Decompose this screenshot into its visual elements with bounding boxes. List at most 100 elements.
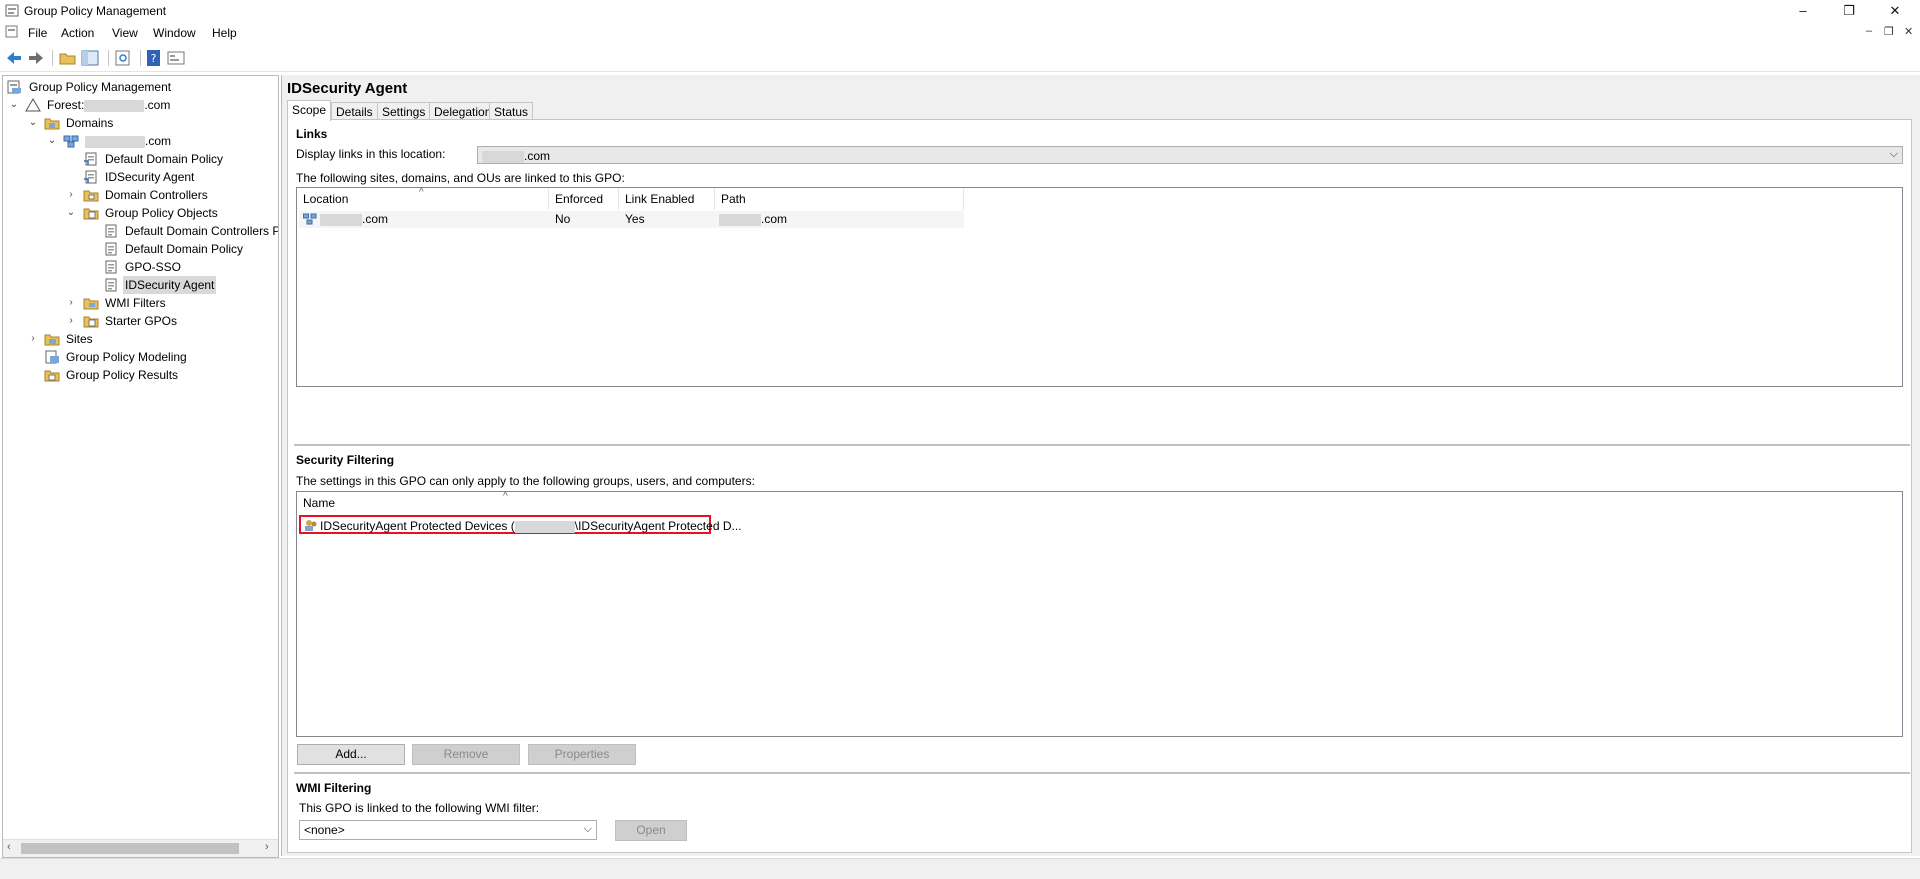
mdi-minimize-button[interactable]: – bbox=[1866, 25, 1872, 37]
tree-node-domain-controllers[interactable]: › Domain Controllers bbox=[7, 186, 267, 204]
tree-label: Domain Controllers bbox=[105, 188, 208, 202]
column-header-enforced[interactable]: Enforced bbox=[549, 188, 619, 210]
column-header-location[interactable]: Location ^ bbox=[297, 187, 549, 210]
expand-chevron-icon[interactable]: › bbox=[28, 330, 38, 348]
tree-label: Group Policy Management bbox=[29, 80, 172, 94]
links-list[interactable]: Location ^ Enforced Link Enabled Path .co… bbox=[296, 187, 1903, 387]
window-title: Group Policy Management bbox=[24, 4, 167, 18]
tree-node-gpo-sso[interactable]: GPO-SSO bbox=[7, 258, 267, 276]
add-button[interactable]: Add... bbox=[297, 744, 405, 765]
tree-node-forest[interactable]: ⌄ Forest: .com bbox=[7, 96, 267, 114]
tree-label: Default Domain Controllers P bbox=[125, 224, 279, 238]
tree-node-gpo-default-domain-policy[interactable]: Default Domain Policy bbox=[7, 240, 267, 258]
forest-suffix: .com bbox=[144, 98, 171, 112]
menu-action[interactable]: Action bbox=[61, 26, 94, 40]
wmi-filtering-heading: WMI Filtering bbox=[296, 781, 372, 795]
remove-button[interactable]: Remove bbox=[412, 744, 520, 765]
tab-scope[interactable]: Scope bbox=[287, 100, 332, 121]
scope-tab-panel: Links Display links in this location: .c… bbox=[287, 119, 1912, 853]
menu-view[interactable]: View bbox=[112, 26, 138, 40]
collapse-chevron-icon[interactable]: ⌄ bbox=[66, 204, 76, 222]
tree-label: Starter GPOs bbox=[105, 314, 178, 328]
column-header-name[interactable]: Name ^ bbox=[297, 491, 717, 514]
help-icon[interactable]: ? bbox=[145, 49, 163, 67]
tree-node-sites[interactable]: › Sites bbox=[7, 330, 267, 348]
properties-button[interactable]: Properties bbox=[528, 744, 636, 765]
domain-icon bbox=[303, 213, 317, 225]
scroll-right-arrow-icon[interactable]: › bbox=[265, 841, 269, 853]
cell-link-enabled: Yes bbox=[625, 212, 645, 226]
column-label: Location bbox=[303, 192, 349, 206]
location-label: Display links in this location: bbox=[296, 147, 446, 161]
chevron-down-icon: ⌵ bbox=[1889, 148, 1898, 160]
tree-node-gpo-default-dc-policy[interactable]: Default Domain Controllers P bbox=[7, 222, 279, 240]
gpo-scroll-icon bbox=[105, 260, 117, 274]
back-arrow-icon[interactable] bbox=[5, 49, 23, 67]
tree-horizontal-scrollbar[interactable]: ‹ › bbox=[3, 839, 278, 857]
collapse-chevron-icon[interactable]: ⌄ bbox=[9, 96, 19, 114]
redacted-text bbox=[482, 150, 524, 163]
sort-caret-icon: ^ bbox=[503, 491, 508, 502]
tree-label: IDSecurity Agent bbox=[123, 276, 217, 294]
tree-node-wmi-filters[interactable]: › WMI Filters bbox=[7, 294, 267, 312]
menu-file[interactable]: File bbox=[28, 26, 47, 40]
folder-up-icon[interactable] bbox=[59, 49, 77, 67]
close-button[interactable]: ✕ bbox=[1872, 0, 1918, 22]
security-filter-entry[interactable]: IDSecurityAgent Protected Devices (\IDSe… bbox=[299, 515, 742, 534]
minimize-button[interactable]: – bbox=[1780, 0, 1826, 22]
results-icon bbox=[44, 370, 60, 382]
column-header-link-enabled[interactable]: Link Enabled bbox=[619, 188, 715, 210]
mdi-restore-button[interactable]: ❐ bbox=[1884, 25, 1894, 38]
tree-label: Sites bbox=[66, 332, 93, 346]
mdi-close-button[interactable]: ✕ bbox=[1904, 25, 1913, 38]
tree-node-starter-gpos[interactable]: › Starter GPOs bbox=[7, 312, 267, 330]
tree-node-results[interactable]: Group Policy Results bbox=[7, 366, 267, 384]
console-tree[interactable]: Group Policy Management ⌄ Forest: .com ⌄ … bbox=[2, 75, 279, 858]
tree-node-domain[interactable]: ⌄ .com bbox=[7, 132, 267, 150]
tree-node-group-policy-objects[interactable]: ⌄ Group Policy Objects bbox=[7, 204, 267, 222]
title-bar: Group Policy Management – ❐ ✕ bbox=[0, 0, 1920, 22]
refresh-icon[interactable] bbox=[114, 49, 132, 67]
tree-node-root[interactable]: Group Policy Management bbox=[7, 78, 267, 96]
column-header-path[interactable]: Path bbox=[715, 188, 964, 210]
tree-label: Default Domain Policy bbox=[105, 152, 224, 166]
tree-node-domains[interactable]: ⌄ Domains bbox=[7, 114, 267, 132]
expand-chevron-icon[interactable]: › bbox=[66, 312, 76, 330]
starter-folder-icon bbox=[83, 316, 99, 328]
forward-arrow-icon[interactable] bbox=[27, 49, 45, 67]
forest-icon bbox=[25, 98, 41, 112]
tree-node-idsecurity-agent-link[interactable]: IDSecurity Agent bbox=[7, 168, 267, 186]
collapse-chevron-icon[interactable]: ⌄ bbox=[28, 114, 38, 132]
tree-label: Group Policy Objects bbox=[105, 206, 218, 220]
location-dropdown[interactable]: .com ⌵ bbox=[477, 146, 1903, 164]
entry-name-prefix: IDSecurityAgent Protected Devices ( bbox=[320, 519, 515, 533]
expand-chevron-icon[interactable]: › bbox=[66, 294, 76, 312]
table-row[interactable]: .com No Yes .com bbox=[299, 211, 964, 228]
gpo-scroll-icon bbox=[105, 242, 117, 256]
menu-bar: File Action View Window Help – ❐ ✕ bbox=[0, 22, 1920, 42]
wmi-filter-value: <none> bbox=[304, 823, 345, 837]
cell-location: .com bbox=[362, 212, 389, 226]
tree-node-modeling[interactable]: Group Policy Modeling bbox=[7, 348, 267, 366]
section-divider bbox=[294, 772, 1910, 775]
wmi-filter-dropdown[interactable]: <none> ⌵ bbox=[299, 820, 597, 840]
cell-path: .com bbox=[761, 212, 788, 226]
tree-node-default-domain-policy-link[interactable]: Default Domain Policy bbox=[7, 150, 267, 168]
redacted-text bbox=[84, 99, 145, 112]
collapse-chevron-icon[interactable]: ⌄ bbox=[47, 132, 57, 150]
cell-enforced: No bbox=[555, 212, 571, 226]
redacted-text bbox=[514, 520, 575, 533]
security-filtering-list[interactable]: Name ^ IDSecurityAgent Protected Devices … bbox=[296, 491, 1903, 737]
properties-view-icon[interactable] bbox=[167, 49, 185, 67]
domain-suffix: .com bbox=[145, 134, 172, 148]
open-wmi-filter-button[interactable]: Open bbox=[615, 820, 687, 841]
scroll-left-arrow-icon[interactable]: ‹ bbox=[7, 841, 11, 853]
menu-window[interactable]: Window bbox=[153, 26, 196, 40]
tree-node-gpo-idsecurity-agent[interactable]: IDSecurity Agent bbox=[7, 276, 267, 294]
restore-button[interactable]: ❐ bbox=[1826, 0, 1872, 22]
show-hide-tree-icon[interactable] bbox=[81, 49, 99, 67]
scrollbar-thumb[interactable] bbox=[21, 843, 239, 854]
menu-help[interactable]: Help bbox=[212, 26, 237, 40]
gpo-title: IDSecurity Agent bbox=[287, 80, 408, 97]
expand-chevron-icon[interactable]: › bbox=[66, 186, 76, 204]
